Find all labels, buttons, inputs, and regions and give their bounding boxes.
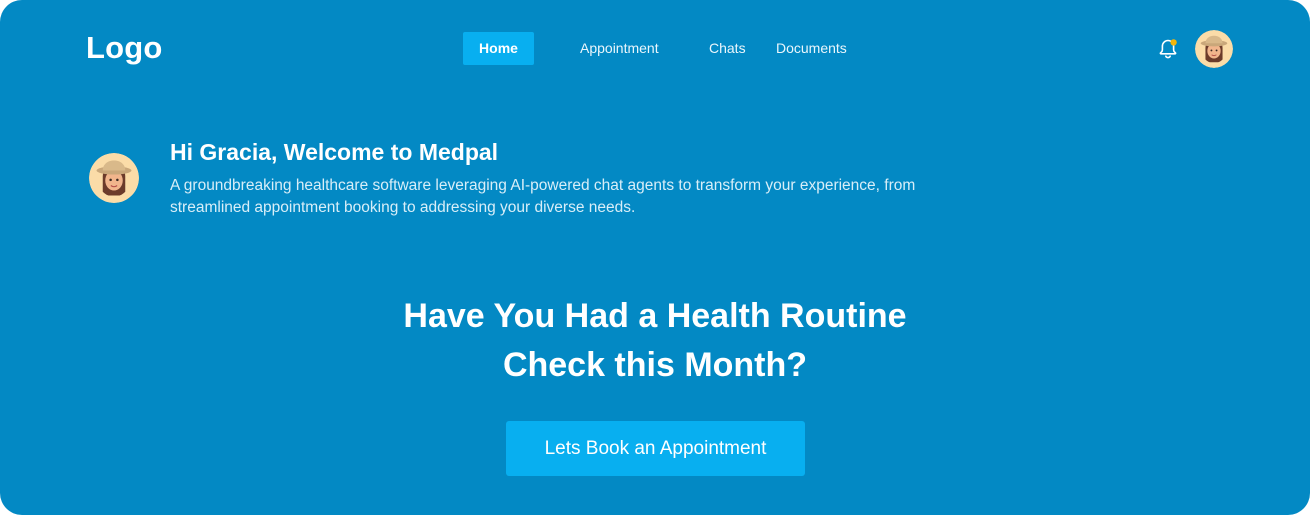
hero-headline-line-2: Check this Month? (502, 346, 808, 384)
nav-item-appointment[interactable]: Appointment (580, 32, 659, 65)
user-avatar[interactable] (1195, 30, 1233, 68)
welcome-description: A groundbreaking healthcare software lev… (170, 177, 916, 216)
logo[interactable]: Logo (86, 28, 163, 68)
bell-icon (1159, 39, 1177, 59)
nav-item-documents[interactable]: Documents (776, 32, 847, 65)
nav-item-chats[interactable]: Chats (709, 32, 746, 65)
avatar-image (1195, 30, 1233, 68)
avatar-image (89, 153, 139, 203)
page: Logo Home Appointment Chats Documents Hi… (0, 0, 1310, 515)
book-appointment-button[interactable]: Lets Book an Appointment (506, 421, 805, 476)
hero-headline: Have You Had a Health Routine Check this… (0, 292, 1310, 390)
hero-headline-line-1: Have You Had a Health Routine (403, 297, 907, 335)
welcome-avatar (89, 153, 139, 203)
nav-item-home[interactable]: Home (463, 32, 534, 65)
welcome-title: Hi Gracia, Welcome to Medpal (170, 139, 499, 165)
notification-dot (1170, 39, 1177, 46)
notification-button[interactable] (1156, 37, 1180, 61)
